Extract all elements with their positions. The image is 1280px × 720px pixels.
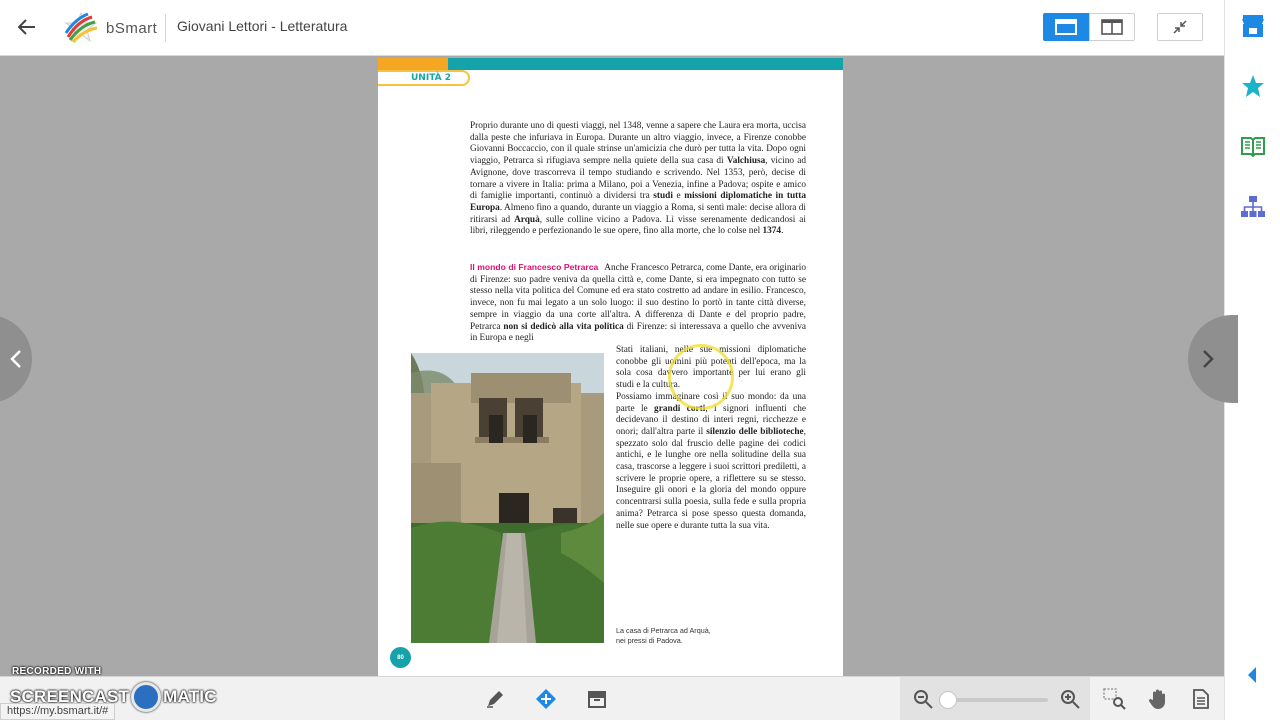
library-button[interactable] (1239, 132, 1267, 160)
text-run: e (672, 191, 685, 202)
previous-page-button[interactable] (0, 315, 32, 403)
add-resource-button[interactable] (533, 686, 559, 712)
book-icon (1241, 137, 1265, 157)
store-icon (1242, 15, 1264, 37)
arrow-left-icon (18, 19, 35, 35)
book-title: Giovani Lettori - Letteratura (177, 18, 348, 34)
single-page-view-button[interactable] (1043, 13, 1089, 41)
section-heading: Il mondo di Francesco Petrarca (470, 262, 599, 272)
petrarca-house-image (411, 353, 604, 643)
paragraph-2: Il mondo di Francesco Petrarca Anche Fran… (470, 262, 806, 345)
zoom-in-icon (1061, 690, 1080, 709)
area-zoom-button[interactable] (1102, 686, 1128, 712)
paragraph-1: Proprio durante uno di questi viaggi, ne… (470, 121, 806, 238)
bold-text: Arquà (514, 214, 540, 225)
structure-button[interactable] (1239, 193, 1267, 221)
pencil-icon (487, 691, 503, 708)
archive-button[interactable] (584, 686, 610, 712)
paragraph-2-body: Anche Francesco Petrarca, come Dante, er… (470, 263, 806, 343)
zoom-slider-thumb[interactable] (939, 691, 957, 709)
chevron-right-icon (1203, 350, 1214, 368)
caption-line-1: La casa di Petrarca ad Arquà, (616, 626, 711, 635)
select-zoom-icon (1103, 688, 1126, 710)
text-run: Stati italiani, nelle sue missioni diplo… (616, 345, 806, 391)
bold-text: 1374 (762, 226, 782, 237)
exit-fullscreen-button[interactable] (1157, 13, 1203, 41)
zoom-out-button[interactable] (910, 686, 936, 712)
bold-text: non si dedicò alla vita politica (503, 321, 624, 332)
document-icon (1193, 689, 1209, 709)
chevron-left-icon (10, 350, 21, 368)
bold-text: Valchiusa (726, 156, 766, 167)
zoom-slider-track[interactable] (948, 698, 1048, 702)
document-button[interactable] (1188, 686, 1214, 712)
double-page-icon (1101, 19, 1123, 35)
status-bar-url: https://my.bsmart.it/# (0, 703, 116, 720)
logo-text: bSmart (106, 19, 158, 37)
hierarchy-icon (1241, 196, 1265, 217)
chevron-left-icon (1248, 667, 1256, 683)
back-button[interactable] (14, 14, 40, 40)
page-band-orange (378, 58, 448, 70)
collapse-icon (1173, 20, 1187, 34)
page-band-teal (448, 58, 843, 70)
bsmart-logo[interactable]: bSmart (62, 10, 157, 46)
caption-line-2: nei pressi di Padova. (616, 636, 683, 645)
archive-icon (588, 691, 606, 708)
text-run: , spezzato solo dal fruscio delle pagine… (616, 426, 806, 531)
top-bar: bSmart Giovani Lettori - Letteratura (0, 0, 1224, 56)
pan-tool-button[interactable] (1145, 686, 1171, 712)
bottom-toolbar (0, 676, 1224, 720)
text-run: . (781, 226, 784, 237)
pen-tool-button[interactable] (482, 686, 508, 712)
paragraph-3: Stati italiani, nelle sue missioni diplo… (616, 345, 806, 532)
double-page-view-button[interactable] (1089, 13, 1135, 41)
house-photo (411, 353, 604, 643)
favorites-button[interactable] (1239, 72, 1267, 100)
add-resource-icon (536, 689, 556, 709)
logo-icon (64, 11, 98, 44)
store-button[interactable] (1239, 12, 1267, 40)
bold-text: grandi corti (654, 403, 706, 414)
zoom-out-icon (914, 690, 933, 709)
photo-caption: La casa di Petrarca ad Arquà, nei pressi… (616, 626, 766, 646)
sidebar-collapse-button[interactable] (1247, 666, 1261, 684)
page-number-badge[interactable]: 80 (390, 647, 411, 668)
star-icon (1242, 75, 1264, 97)
zoom-in-button[interactable] (1057, 686, 1083, 712)
book-page[interactable]: UNITÀ 2 Proprio durante uno di questi vi… (378, 58, 843, 676)
hand-icon (1148, 689, 1165, 709)
unit-label: UNITÀ 2 (378, 70, 470, 86)
header-divider (165, 14, 166, 42)
single-page-icon (1055, 19, 1077, 35)
next-page-button[interactable] (1188, 315, 1238, 403)
bold-text: studi (653, 191, 673, 202)
bold-text: silenzio delle biblioteche (706, 426, 804, 437)
